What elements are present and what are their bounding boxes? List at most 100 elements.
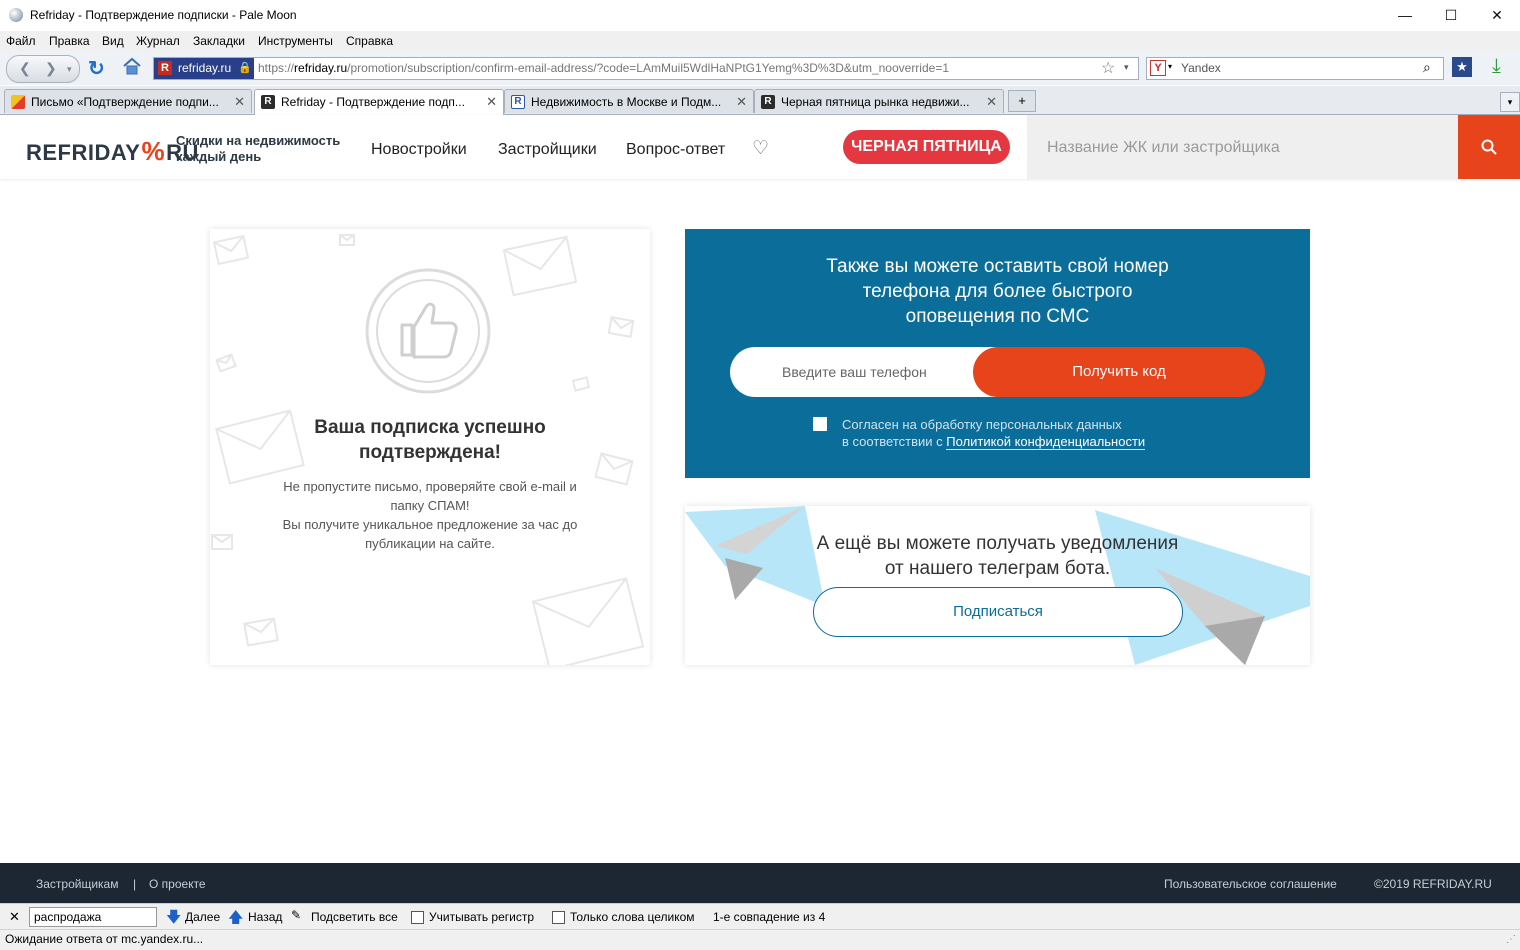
text-line: публикации на сайте. [365,536,495,551]
site-logo[interactable]: REFRIDAY%RU [26,136,199,167]
close-findbar-icon[interactable]: ✕ [9,909,20,925]
site-header: REFRIDAY%RU Скидки на недвижимость кажды… [0,115,1520,179]
confirmation-heading: Ваша подписка успешно подтверждена! [210,415,650,465]
minimize-button[interactable]: — [1382,0,1428,30]
consent-line: Согласен на обработку персональных данны… [842,417,1122,432]
pale-moon-app-icon [9,8,23,22]
back-arrow-icon[interactable]: ❮ [19,60,31,77]
identity-domain: refriday.ru [178,61,232,75]
nav-faq[interactable]: Вопрос-ответ [626,141,725,159]
site-search-button[interactable] [1458,115,1520,179]
highlight-pen-icon: ✎ [291,908,302,922]
bookmark-star-icon[interactable]: ☆ [1101,58,1115,78]
search-icon [1481,139,1497,155]
get-code-button[interactable]: Получить код [973,347,1265,397]
reload-icon[interactable]: ↻ [88,56,105,81]
maximize-button[interactable]: ☐ [1428,0,1474,30]
list-all-tabs-icon[interactable]: ▾ [1500,92,1520,112]
forward-arrow-icon[interactable]: ❯ [45,60,57,77]
sms-heading: Также вы можете оставить свой номер теле… [685,254,1310,329]
resize-grip-icon[interactable]: ⋰ [1506,934,1516,945]
history-dropdown-icon[interactable]: ▾ [67,64,72,75]
match-case-label[interactable]: Учитывать регистр [429,910,534,924]
black-friday-button[interactable]: ЧЕРНАЯ ПЯТНИЦА [843,130,1010,164]
realty-favicon-icon: R [511,95,525,109]
nav-developers[interactable]: Застройщики [498,141,597,159]
navigation-toolbar: ❮ ❯ ▾ ↻ R refriday.ru 🔒 https://refriday… [0,51,1520,85]
tab-close-icon[interactable]: ✕ [736,94,747,110]
menu-history[interactable]: Журнал [136,34,180,48]
find-prev-button[interactable]: Назад [248,910,282,924]
consent-line: в соответствии с [842,434,947,449]
site-identity-button[interactable]: R refriday.ru 🔒 [154,58,254,79]
nav-new-buildings[interactable]: Новостройки [371,141,467,159]
heading-line: Ваша подписка успешно [314,417,546,438]
text-line: папку СПАМ! [390,498,470,513]
tab-close-icon[interactable]: ✕ [486,94,497,110]
find-bar: ✕ распродажа 🡇 Далее 🡅 Назад ✎ Подсветит… [0,903,1520,930]
consent-checkbox[interactable] [813,417,827,431]
find-next-button[interactable]: Далее [185,910,220,924]
site-tagline: Скидки на недвижимость каждый день [176,133,340,165]
highlight-all-button[interactable]: Подсветить все [311,910,398,924]
menu-file[interactable]: Файл [6,34,36,48]
favorites-heart-icon[interactable]: ♡ [752,137,769,160]
tab-label: Черная пятница рынка недвижи... [781,95,970,109]
privacy-policy-link[interactable]: Политикой конфиденциальности [946,434,1146,450]
footer-link-about[interactable]: О проекте [149,877,206,891]
whole-words-checkbox[interactable] [552,911,565,924]
heading-line: А ещё вы можете получать уведомления [816,533,1179,554]
tab-black-friday[interactable]: R Черная пятница рынка недвижи... ✕ [754,89,1004,113]
bookmarks-menu-icon[interactable]: ★ [1452,57,1472,77]
tab-realty-moscow[interactable]: R Недвижимость в Москве и Подм... ✕ [504,89,754,113]
window-titlebar: Refriday - Подтверждение подписки - Pale… [0,0,1520,32]
whole-words-label[interactable]: Только слова целиком [570,910,695,924]
site-search-field[interactable]: Название ЖК или застройщика [1027,115,1458,179]
menu-tools[interactable]: Инструменты [258,34,333,48]
tab-close-icon[interactable]: ✕ [986,94,997,110]
close-window-button[interactable]: ✕ [1474,0,1520,30]
url-bar[interactable]: R refriday.ru 🔒 https://refriday.ru/prom… [153,57,1139,80]
tab-close-icon[interactable]: ✕ [234,94,245,110]
url-host: refriday.ru [294,61,348,75]
tab-bar: Письмо «Подтверждение подпи... ✕ R Refri… [0,86,1520,115]
match-case-checkbox[interactable] [411,911,424,924]
text-line: Вы получите уникальное предложение за ча… [282,517,578,532]
refriday-favicon-icon: R [261,95,275,109]
url-scheme: https:// [258,61,295,75]
refriday-favicon-icon: R [761,95,775,109]
find-query: распродажа [34,910,102,924]
tab-mail[interactable]: Письмо «Подтверждение подпи... ✕ [4,89,252,113]
downloads-icon[interactable]: ⤓ [1492,55,1501,78]
subscription-confirmed-card: Ваша подписка успешно подтверждена! Не п… [210,229,650,665]
home-icon[interactable] [122,57,142,78]
menu-edit[interactable]: Правка [49,34,90,48]
back-forward-group: ❮ ❯ ▾ [6,55,80,83]
menu-help[interactable]: Справка [346,34,393,48]
menu-bookmarks[interactable]: Закладки [193,34,245,48]
menu-view[interactable]: Вид [102,34,124,48]
url-dropdown-icon[interactable]: ▾ [1124,62,1129,73]
heading-line: оповещения по СМС [905,306,1090,327]
footer-copyright: ©2019 REFRIDAY.RU [1374,877,1492,891]
telegram-subscription-card: А ещё вы можете получать уведомления от … [685,506,1310,665]
new-tab-button[interactable]: + [1008,90,1036,112]
confirmation-text: Не пропустите письмо, проверяйте свой e-… [210,477,650,553]
subscribe-telegram-button[interactable]: Подписаться [813,587,1183,637]
phone-input[interactable]: Введите ваш телефон [730,347,1010,397]
lock-icon: 🔒 [238,62,252,74]
find-input[interactable]: распродажа [29,907,157,927]
url-text[interactable]: https://refriday.ru/promotion/subscripti… [258,61,949,75]
heading-line: подтверждена! [358,442,502,463]
footer-link-developers[interactable]: Застройщикам [36,877,118,891]
search-go-icon[interactable]: ⌕ [1423,59,1431,76]
url-path: /promotion/subscription/confirm-email-ad… [347,61,949,75]
mail-favicon-icon [11,95,25,109]
tab-refriday-confirm[interactable]: R Refriday - Подтверждение подп... ✕ [254,89,504,115]
footer-link-terms[interactable]: Пользовательское соглашение [1164,877,1337,891]
search-input[interactable]: Yandex [1181,61,1221,75]
engine-dropdown-icon[interactable]: ▾ [1168,62,1172,71]
search-bar[interactable]: Y ▾ Yandex ⌕ [1146,57,1444,80]
yandex-engine-icon[interactable]: Y [1150,60,1166,76]
logo-percent-icon: % [141,136,166,166]
